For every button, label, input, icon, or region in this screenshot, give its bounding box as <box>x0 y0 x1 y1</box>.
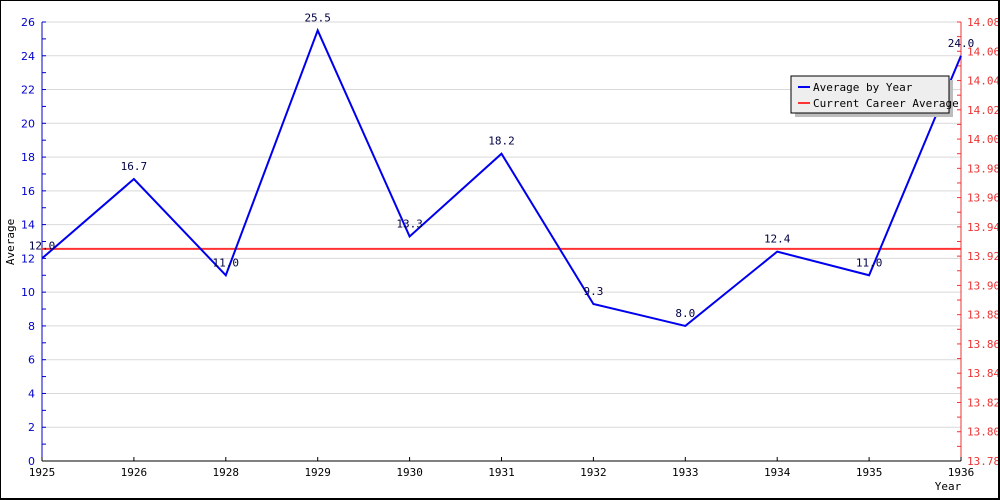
data-label: 12.4 <box>764 233 791 246</box>
left-axis-tick-label: 16 <box>21 185 35 198</box>
right-axis-tick-label: 13.80 <box>967 426 1000 439</box>
right-y-axis: 13.7813.8013.8213.8413.8613.8813.9013.92… <box>957 16 1000 468</box>
line-chart: 02468101214161820222426 13.7813.8013.821… <box>4 11 1000 493</box>
data-label: 16.7 <box>121 160 148 173</box>
data-label: 24.0 <box>948 37 975 50</box>
right-axis-tick-label: 13.90 <box>967 279 1000 292</box>
right-axis-tick-label: 13.88 <box>967 309 1000 322</box>
y-axis-title: Average <box>4 219 17 265</box>
x-axis-tick-label: 1929 <box>304 466 331 479</box>
left-axis-tick-label: 2 <box>28 421 35 434</box>
data-label: 13.3 <box>396 217 423 230</box>
data-label: 18.2 <box>488 135 515 148</box>
x-axis-tick-label: 1934 <box>764 466 791 479</box>
data-label: 8.0 <box>675 307 695 320</box>
x-axis-tick-label: 1930 <box>396 466 423 479</box>
left-axis-tick-label: 18 <box>21 151 35 164</box>
right-axis-tick-label: 13.92 <box>967 250 1000 263</box>
x-axis-tick-label: 1928 <box>213 466 240 479</box>
series-line-average-by-year <box>41 27 962 328</box>
left-axis-tick-label: 26 <box>21 16 35 29</box>
right-axis-tick-label: 14.04 <box>967 75 1000 88</box>
x-axis-tick-label: 1935 <box>856 466 883 479</box>
right-axis-tick-label: 13.94 <box>967 221 1000 234</box>
left-axis-tick-label: 12 <box>21 252 35 265</box>
chart-container: 0 2 4 6 8 10 12 14 16 18 20 22 24 26 13.78 13.80 13.82 1… <box>0 0 1000 500</box>
data-label: 9.3 <box>583 285 603 298</box>
right-axis-tick-label: 13.96 <box>967 192 1000 205</box>
left-axis-tick-label: 20 <box>21 117 35 130</box>
data-label: 12.0 <box>29 239 56 252</box>
x-axis-title: Year <box>935 480 962 493</box>
right-axis-tick-label: 14.08 <box>967 16 1000 29</box>
right-axis-tick-label: 13.82 <box>967 396 1000 409</box>
x-axis-tick-label: 1931 <box>488 466 515 479</box>
x-axis-tick-label: 1925 <box>29 466 56 479</box>
data-label: 11.0 <box>856 256 883 269</box>
x-axis-tick-label: 1936 <box>948 466 975 479</box>
legend: Average by Year Current Career Average <box>790 75 959 117</box>
series-layer <box>41 27 962 328</box>
data-labels: 12.0 16.7 11.0 25.5 13.3 18.2 9.3 8.0 12.4 11.0 24… <box>29 11 975 319</box>
left-axis-tick-label: 10 <box>21 286 35 299</box>
legend-label-average-by-year: Average by Year <box>813 81 913 94</box>
left-axis-tick-label: 4 <box>28 387 35 400</box>
left-axis-tick-label: 24 <box>21 50 35 63</box>
left-axis-tick-label: 6 <box>28 354 35 367</box>
x-axis-tick-label: 1932 <box>580 466 607 479</box>
right-axis-tick-label: 13.98 <box>967 162 1000 175</box>
data-label: 25.5 <box>304 11 331 24</box>
right-axis-tick-label: 13.86 <box>967 338 1000 351</box>
right-axis-tick-label: 13.84 <box>967 367 1000 380</box>
x-axis-tick-label: 1933 <box>672 466 699 479</box>
left-axis-tick-label: 22 <box>21 84 35 97</box>
legend-label-career-average: Current Career Average <box>813 97 959 110</box>
right-axis-tick-label: 14.00 <box>967 133 1000 146</box>
left-axis-tick-label: 8 <box>28 320 35 333</box>
left-axis-tick-label: 14 <box>21 219 35 232</box>
x-axis: 1925 1926 1928 1929 1930 1931 1932 1933 1934 1935… <box>29 457 975 479</box>
right-axis-tick-label: 14.02 <box>967 104 1000 117</box>
data-label: 11.0 <box>213 256 240 269</box>
x-axis-tick-label: 1926 <box>121 466 148 479</box>
